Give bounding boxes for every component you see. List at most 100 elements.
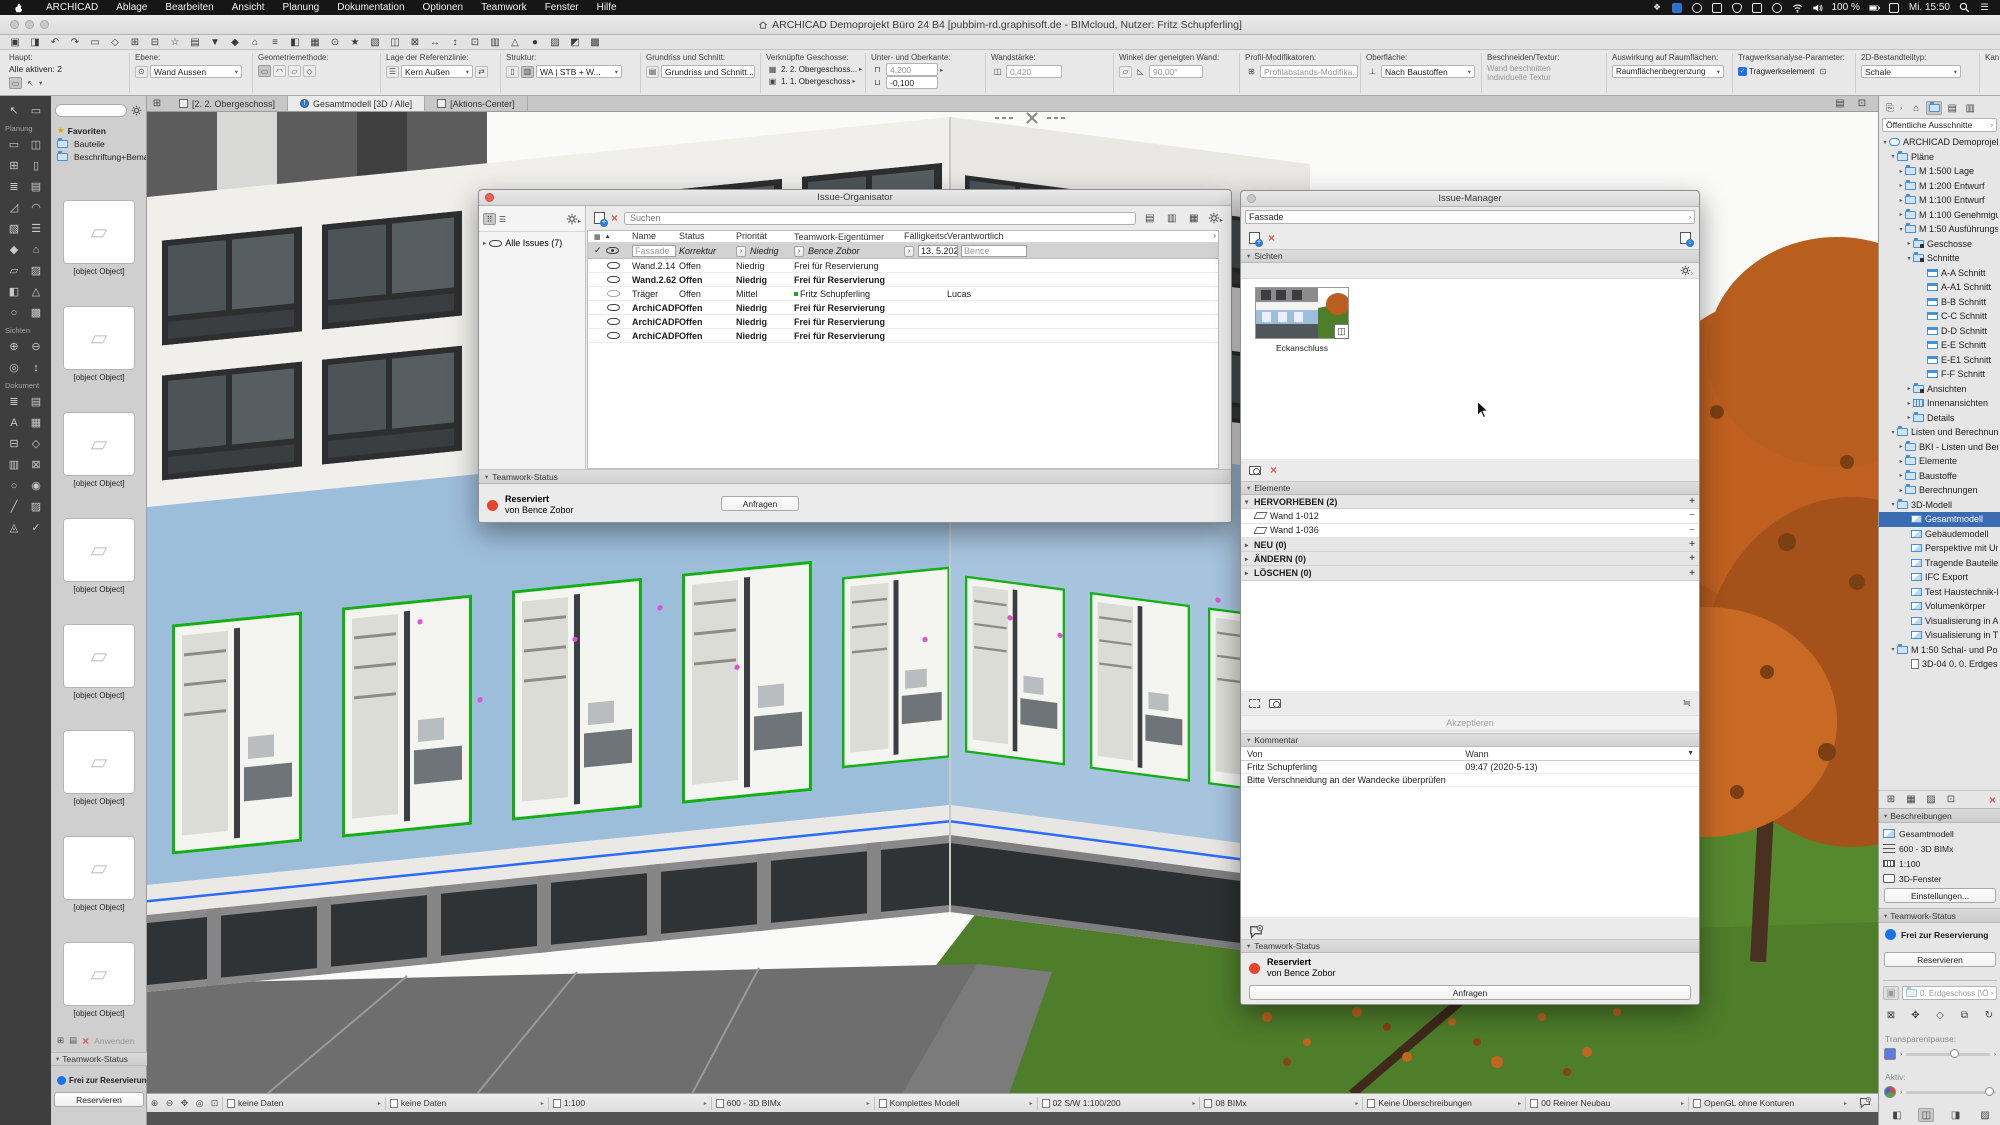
issues-grid-view-icon[interactable]: ⠿: [483, 213, 496, 225]
column-view-icon[interactable]: ▥: [1164, 211, 1180, 225]
nav-update-icon[interactable]: ⊡: [1943, 793, 1959, 807]
move-icon[interactable]: ✥: [1908, 1008, 1924, 1022]
tree-item[interactable]: Gebäudemodell: [1879, 527, 2000, 542]
beschneiden-value2[interactable]: Individuelle Textur: [1487, 73, 1604, 82]
reserve-button[interactable]: Reservieren: [54, 1092, 144, 1107]
tool-icon[interactable]: ▧: [3, 218, 25, 239]
toolbar-icon[interactable]: ▭: [86, 36, 104, 49]
tree-item[interactable]: ▾ M 1:50 Ausführungspl: [1879, 222, 2000, 237]
toolbar-icon[interactable]: ▦: [306, 36, 324, 49]
clock-app-icon[interactable]: [1772, 2, 1783, 13]
close-window-button[interactable]: [10, 20, 19, 29]
grundriss-combo[interactable]: Grundriss und Schnitt...▸: [661, 65, 755, 78]
toolbar-icon[interactable]: ◇: [106, 36, 124, 49]
tree-item[interactable]: ▸ M 1:500 Lage: [1879, 164, 2000, 179]
new-issue-icon[interactable]: [1249, 232, 1260, 244]
toolbar-icon[interactable]: ☆: [166, 36, 184, 49]
sync-app-icon[interactable]: [1672, 2, 1683, 13]
tree-item[interactable]: ▸ BKI - Listen und Bere: [1879, 440, 2000, 455]
nav-properties-icon[interactable]: ⊞: [1883, 793, 1899, 807]
toolbar-icon[interactable]: ◨: [26, 36, 44, 49]
favorite-tile[interactable]: ▱ [object Object]: [51, 942, 147, 1018]
favorites-folder[interactable]: Bauteile: [51, 137, 146, 150]
tree-item[interactable]: Visualisierung in Twin: [1879, 628, 2000, 643]
export-issue-icon[interactable]: [1680, 232, 1691, 244]
tree-item[interactable]: Tragende Bauteile: [1879, 556, 2000, 571]
elemente-section-header[interactable]: ▾Elemente: [1241, 481, 1699, 495]
pane-toggle-mid-icon[interactable]: ◫: [1918, 1108, 1934, 1122]
shield-icon[interactable]: [1732, 2, 1743, 13]
tree-item[interactable]: E-E Schnitt: [1879, 338, 2000, 353]
statusbar-quickoption[interactable]: Komplettes Modell ▸: [874, 1097, 1037, 1110]
pane-toggle-right-icon[interactable]: ◨: [1948, 1108, 1964, 1122]
tree-item[interactable]: ▸ Elemente: [1879, 454, 2000, 469]
zoom-out-icon[interactable]: ⊖: [162, 1098, 177, 1109]
table-view-icon[interactable]: ▤: [1142, 211, 1158, 225]
favorites-search-input[interactable]: [55, 104, 127, 117]
issue-prio-field[interactable]: Niedrig: [750, 246, 794, 256]
geschoss-oben[interactable]: 2. 2. Obergeschoss...: [781, 65, 857, 74]
comment-sort-icon[interactable]: ▼: [1687, 750, 1699, 757]
table-scroll-right-icon[interactable]: ›: [1213, 231, 1218, 242]
toolbar-icon[interactable]: △: [506, 36, 524, 49]
select-tool-icon[interactable]: ↖: [3, 100, 25, 121]
keychain-icon[interactable]: [1752, 2, 1763, 13]
tree-item[interactable]: F-F Schnitt: [1879, 367, 2000, 382]
toolbar-icon[interactable]: ◫: [386, 36, 404, 49]
favorite-tile[interactable]: ▱ [object Object]: [51, 200, 147, 276]
oberkante-field[interactable]: 4,200: [886, 63, 938, 76]
issue-row[interactable]: Wand.2.14 Offen Niedrig Frei für Reservi…: [588, 259, 1218, 273]
geometry-trapezoid-icon[interactable]: ▱: [288, 65, 301, 77]
issue-organisator-titlebar[interactable]: Issue-Organisator: [479, 190, 1231, 206]
issue-name-field[interactable]: Fassade: [632, 245, 676, 257]
tool-icon[interactable]: ▤: [25, 176, 47, 197]
bluetooth-icon[interactable]: [1692, 2, 1703, 13]
favorite-preview[interactable]: ▱: [63, 306, 135, 370]
pick-elements-icon[interactable]: [1269, 699, 1281, 708]
issue-manager-titlebar[interactable]: Issue-Manager: [1241, 191, 1699, 207]
tool-icon[interactable]: ▯: [25, 155, 47, 176]
tool-icon[interactable]: ◬: [3, 517, 25, 538]
tool-icon[interactable]: ▥: [3, 454, 25, 475]
favorites-folder[interactable]: Beschriftung+Bemaßu: [51, 150, 146, 163]
close-palette-button[interactable]: [1247, 194, 1256, 203]
statusbar-quickoption[interactable]: 00 Reiner Neubau ▸: [1525, 1097, 1688, 1110]
element-checklist-icon[interactable]: ≒: [1683, 698, 1691, 709]
all-issues-node[interactable]: ▸Alle Issues (7): [479, 232, 585, 254]
flip-icon[interactable]: ⇄: [475, 66, 488, 78]
tree-item[interactable]: E-E1 Schnitt: [1879, 353, 2000, 368]
pane-settings-icon[interactable]: ▨: [1977, 1108, 1993, 1122]
geometry-curved-icon[interactable]: ◠: [273, 65, 286, 77]
unterkante-field[interactable]: -0,100: [886, 76, 938, 89]
menu-item[interactable]: Hilfe: [588, 2, 626, 13]
element-row[interactable]: ▸ NEU (0) +: [1241, 538, 1699, 552]
tree-item[interactable]: ▸ M 1:100 Genehmigung: [1879, 208, 2000, 223]
toolbar-icon[interactable]: ⊟: [146, 36, 164, 49]
tool-icon[interactable]: ◧: [3, 281, 25, 302]
sichten-gear-icon[interactable]: ›: [1680, 262, 1693, 280]
menu-clock[interactable]: Mi. 15:50: [1909, 2, 1950, 13]
toolbar-icon[interactable]: ◧: [286, 36, 304, 49]
toolbar-icon[interactable]: ▨: [546, 36, 564, 49]
tool-icon[interactable]: ○: [3, 475, 25, 496]
issue-row-selected[interactable]: ✓ Fassade Korrektur › Niedrig › Bence Zo…: [588, 243, 1218, 259]
zoom-in-icon[interactable]: ⊕: [147, 1098, 162, 1109]
menu-item[interactable]: Dokumentation: [328, 2, 413, 13]
delete-issue-icon[interactable]: ×: [611, 211, 618, 225]
issue-row[interactable]: Träger Offen Mittel Fritz Schupferling L…: [588, 287, 1218, 301]
favorite-preview[interactable]: ▱: [63, 730, 135, 794]
kommentar-section-header[interactable]: ▾Kommentar: [1241, 733, 1699, 747]
menu-item[interactable]: Ansicht: [223, 2, 274, 13]
menu-item[interactable]: Optionen: [414, 2, 473, 13]
favorite-tile[interactable]: ▱ [object Object]: [51, 730, 147, 806]
cursor-tool-icon[interactable]: ↖: [24, 77, 37, 89]
favorite-preview[interactable]: ▱: [63, 200, 135, 264]
tree-item[interactable]: ▾ ARCHICAD Demoprojekt Bü: [1879, 135, 2000, 150]
winkel-field[interactable]: 90,00°: [1149, 65, 1203, 78]
calendar-icon[interactable]: [1889, 2, 1900, 13]
fit-view-icon[interactable]: ⊡: [207, 1098, 222, 1109]
issue-view-thumbnail[interactable]: ◫: [1255, 287, 1349, 339]
apple-menu-icon[interactable]: [12, 2, 23, 14]
tool-icon[interactable]: ▦: [25, 412, 47, 433]
raumflaechen-combo[interactable]: Raumflächenbegrenzung▾: [1612, 65, 1724, 78]
